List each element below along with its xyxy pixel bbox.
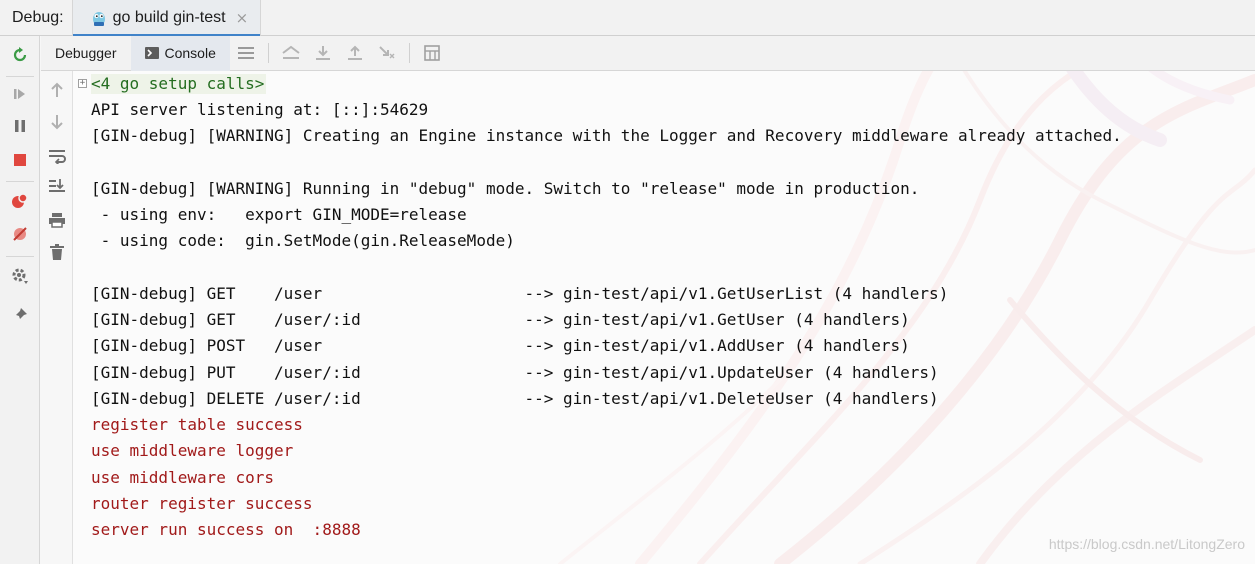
setup-calls-folded[interactable]: <4 go setup calls> — [91, 74, 267, 94]
step-into-icon[interactable] — [344, 42, 366, 64]
tab-debugger[interactable]: Debugger — [41, 36, 131, 71]
app-output-line: use middleware logger — [91, 441, 294, 460]
close-tab-icon[interactable]: × — [236, 9, 249, 27]
console-output[interactable]: + <4 go setup calls> API server listenin… — [73, 71, 1255, 564]
console-line: - using code: gin.SetMode(gin.ReleaseMod… — [91, 231, 515, 250]
print-icon[interactable] — [46, 209, 68, 231]
toolbar-separator — [6, 181, 34, 182]
step-out-icon[interactable] — [376, 42, 398, 64]
app-output-line: server run success on :8888 — [91, 520, 361, 539]
debug-label: Debug: — [12, 8, 64, 26]
toolbar-separator — [6, 256, 34, 257]
watermark-text: https://blog.csdn.net/LitongZero — [1048, 536, 1245, 552]
down-arrow-icon[interactable] — [46, 111, 68, 133]
debugger-tab-label: Debugger — [55, 45, 117, 61]
step-over-icon[interactable] — [312, 42, 334, 64]
settings-icon[interactable] — [9, 265, 31, 287]
debug-sub-toolbar: Debugger Console — [41, 35, 1255, 71]
evaluate-expression-icon[interactable] — [421, 42, 443, 64]
console-line: [GIN-debug] GET /user/:id --> gin-test/a… — [91, 310, 910, 329]
menu-icon[interactable] — [235, 42, 257, 64]
soft-wrap-icon[interactable] — [46, 145, 68, 167]
toolbar-separator — [6, 76, 34, 77]
up-arrow-icon[interactable] — [46, 79, 68, 101]
app-output-line: register table success — [91, 415, 303, 434]
mute-breakpoints-icon[interactable] — [9, 223, 31, 245]
tab-go-build-gin-test[interactable]: go build gin-test × — [71, 0, 262, 37]
console-line: API server listening at: [::]:54629 — [91, 100, 429, 119]
tab-title: go build gin-test — [112, 8, 226, 26]
app-output-line: use middleware cors — [91, 468, 275, 487]
pin-icon[interactable] — [9, 304, 31, 326]
app-output-line: router register success — [91, 494, 313, 513]
pause-icon[interactable] — [9, 115, 31, 137]
fold-expand-icon[interactable]: + — [78, 79, 87, 88]
console-line: [GIN-debug] POST /user --> gin-test/api/… — [91, 336, 910, 355]
console-line: [GIN-debug] DELETE /user/:id --> gin-tes… — [91, 389, 939, 408]
go-gopher-icon — [92, 11, 105, 26]
show-execution-point-icon[interactable] — [280, 42, 302, 64]
debug-tool-window: Debug: go build gin-test × Debugger Cons… — [0, 0, 1255, 564]
console-line: [GIN-debug] [WARNING] Running in "debug"… — [91, 179, 920, 198]
rerun-icon[interactable] — [9, 44, 31, 66]
scroll-to-end-icon[interactable] — [46, 175, 68, 197]
console-line: [GIN-debug] [WARNING] Creating an Engine… — [91, 126, 1122, 145]
console-gutter-toolbar — [41, 71, 73, 564]
debug-tab-bar: Debug: go build gin-test × — [0, 0, 1255, 37]
tab-console[interactable]: Console — [130, 35, 230, 71]
console-line: - using env: export GIN_MODE=release — [91, 205, 467, 224]
console-line: [GIN-debug] GET /user --> gin-test/api/v… — [91, 284, 949, 303]
toolbar-separator — [408, 43, 410, 63]
console-icon — [144, 47, 159, 59]
view-breakpoints-icon[interactable] — [9, 190, 31, 212]
debug-left-toolbar — [0, 36, 40, 564]
console-line: [GIN-debug] PUT /user/:id --> gin-test/a… — [91, 363, 939, 382]
trash-icon[interactable] — [46, 241, 68, 263]
toolbar-separator — [267, 43, 269, 63]
stop-icon[interactable] — [9, 149, 31, 171]
console-tab-label: Console — [164, 45, 216, 61]
resume-icon[interactable] — [9, 83, 31, 105]
